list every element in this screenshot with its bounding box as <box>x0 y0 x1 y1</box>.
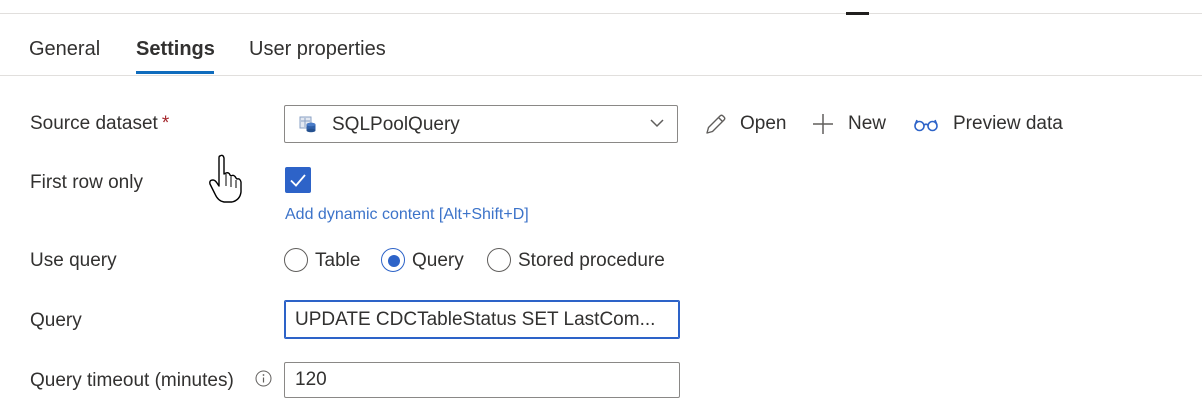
add-dynamic-content-link[interactable]: Add dynamic content [Alt+Shift+D] <box>285 206 529 224</box>
tab-user-properties[interactable]: User properties <box>249 38 386 61</box>
sql-dataset-icon <box>299 116 316 133</box>
radio-stored-procedure-label: Stored procedure <box>518 250 665 271</box>
radio-stored-procedure-circle <box>487 248 511 272</box>
use-query-label: Use query <box>30 250 117 271</box>
top-header-strip <box>0 0 1202 14</box>
source-dataset-label: Source dataset * <box>30 113 169 135</box>
top-header-indicator <box>846 12 869 15</box>
chevron-down-icon <box>650 119 664 128</box>
radio-query-label: Query <box>412 250 464 271</box>
first-row-only-label: First row only <box>30 172 143 193</box>
checkmark-icon <box>290 174 306 187</box>
preview-data-label: Preview data <box>953 113 1063 134</box>
radio-table-circle <box>284 248 308 272</box>
tab-general[interactable]: General <box>29 38 100 61</box>
open-label: Open <box>740 113 787 134</box>
source-dataset-value: SQLPoolQuery <box>332 114 460 135</box>
radio-query[interactable]: Query <box>381 248 467 274</box>
radio-table[interactable]: Table <box>284 248 364 274</box>
pencil-icon <box>706 114 726 134</box>
new-button[interactable]: New <box>811 112 891 138</box>
info-icon[interactable] <box>255 370 272 387</box>
source-dataset-dropdown[interactable]: SQLPoolQuery <box>284 105 678 143</box>
plus-icon <box>813 114 833 134</box>
query-timeout-input[interactable] <box>284 362 680 398</box>
glasses-icon <box>914 119 938 132</box>
new-label: New <box>848 113 887 134</box>
source-dataset-label-text: Source dataset <box>30 113 158 134</box>
active-tab-indicator <box>136 71 214 74</box>
radio-table-label: Table <box>315 250 361 271</box>
preview-data-button[interactable]: Preview data <box>912 112 1064 138</box>
hand-pointer-cursor <box>209 154 242 203</box>
radio-stored-procedure[interactable]: Stored procedure <box>487 248 671 274</box>
tab-settings[interactable]: Settings <box>136 38 215 61</box>
tab-bar: General Settings User properties <box>0 36 1202 76</box>
open-button[interactable]: Open <box>704 112 794 138</box>
query-label: Query <box>30 310 82 331</box>
query-input[interactable] <box>284 300 680 339</box>
radio-selected-dot <box>388 255 400 267</box>
radio-query-circle <box>381 248 405 272</box>
first-row-only-checkbox[interactable] <box>285 167 311 193</box>
required-marker: * <box>161 113 170 134</box>
query-timeout-label: Query timeout (minutes) <box>30 370 234 391</box>
